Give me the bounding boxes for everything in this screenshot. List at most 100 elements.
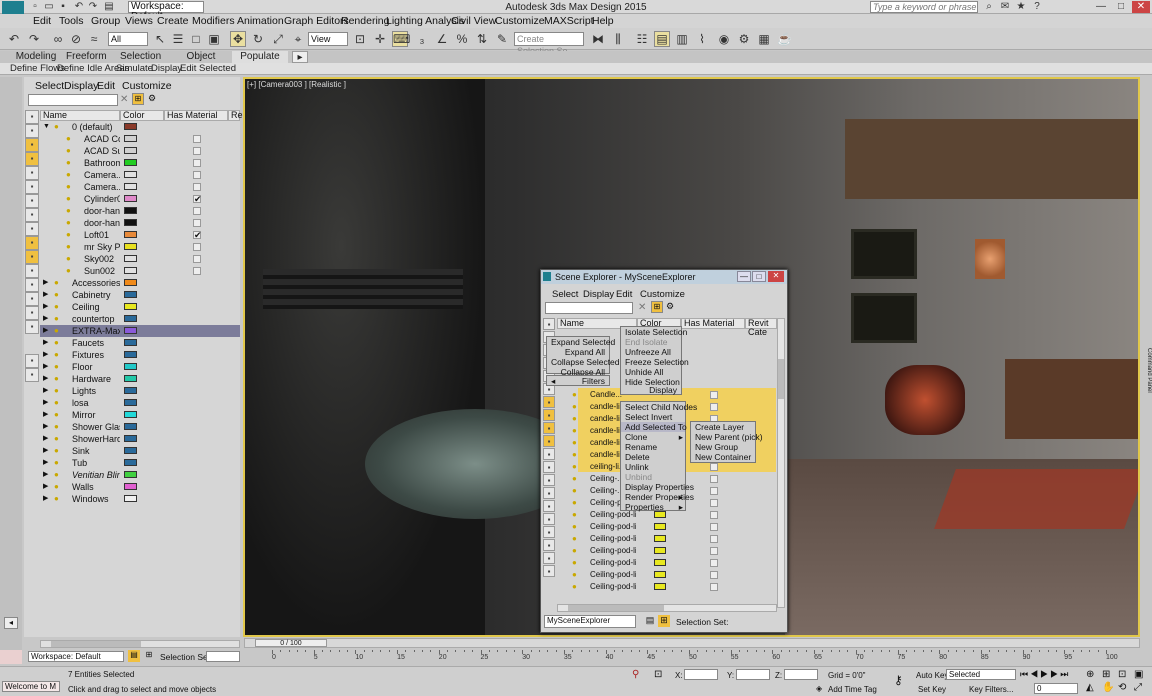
column-header-revit[interactable]: Re (228, 110, 243, 121)
has-material-checkbox[interactable] (710, 535, 718, 543)
ctx-new-parent[interactable]: New Parent (pick) (691, 432, 763, 442)
ctx-freeze-selection[interactable]: Freeze Selection (621, 357, 689, 367)
visibility-bulb-icon[interactable]: ● (54, 482, 60, 491)
visibility-bulb-icon[interactable]: ● (54, 446, 60, 455)
color-swatch[interactable] (124, 123, 137, 130)
dialog-menu-customize[interactable]: Customize (640, 289, 685, 300)
menu-create[interactable]: Create (157, 15, 189, 27)
color-swatch[interactable] (124, 207, 137, 214)
table-row[interactable]: ▶ ● Fixtures (40, 349, 240, 361)
link-icon[interactable]: ∞ (50, 31, 66, 47)
close-icon[interactable]: ✕ (1132, 1, 1150, 13)
visibility-bulb-icon[interactable]: ● (66, 182, 72, 191)
color-swatch[interactable] (124, 291, 137, 298)
row-name[interactable]: mr Sky P... (84, 241, 120, 253)
zoom-icon[interactable]: ⊕ (1086, 669, 1094, 680)
menu-animation[interactable]: Animation (237, 15, 284, 27)
transform-type-in-icon[interactable]: ⊡ (654, 669, 666, 681)
visibility-bulb-icon[interactable]: ● (54, 122, 60, 131)
pivot-center-icon[interactable]: ⊡ (352, 31, 368, 47)
color-swatch[interactable] (124, 447, 137, 454)
filter-cameras-icon[interactable]: ▪ (25, 152, 39, 166)
visibility-bulb-icon[interactable]: ● (54, 278, 60, 287)
bind-spacewarp-icon[interactable]: ≈ (86, 31, 102, 47)
color-swatch[interactable] (124, 423, 137, 430)
explorer-menu-select[interactable]: Select (35, 80, 64, 92)
visibility-bulb-icon[interactable]: ● (66, 242, 72, 251)
menu-views[interactable]: Views (125, 15, 153, 27)
explorer-menu-display[interactable]: Display (64, 80, 98, 92)
add-time-tag[interactable]: Add Time Tag (828, 685, 877, 694)
menu-modifiers[interactable]: Modifiers (192, 15, 235, 27)
has-material-checkbox[interactable] (710, 571, 718, 579)
undo-icon[interactable]: ↶ (72, 1, 86, 13)
color-swatch[interactable] (124, 279, 137, 286)
lock-icon[interactable]: ▪ (25, 368, 39, 382)
goto-start-icon[interactable]: ⏮ (1020, 669, 1030, 679)
dialog-menu-select[interactable]: Select (552, 289, 578, 300)
menu-rendering[interactable]: Rendering (341, 15, 389, 27)
ctx-create-layer[interactable]: Create Layer (691, 422, 755, 432)
dialog-filter-icon[interactable]: ▪ (543, 461, 555, 473)
row-name[interactable]: Windows (72, 493, 120, 505)
y-coordinate-field[interactable] (736, 669, 770, 680)
unlink-icon[interactable]: ⊘ (68, 31, 84, 47)
visibility-bulb-icon[interactable]: ● (572, 401, 577, 413)
visibility-bulb-icon[interactable]: ● (572, 485, 577, 497)
row-name[interactable]: Loft01 (84, 229, 120, 241)
expand-arrow-icon[interactable]: ▶ (43, 349, 48, 361)
edit-selected-panel[interactable]: Edit Selected (180, 63, 236, 75)
color-swatch[interactable] (654, 511, 666, 518)
dialog-filter-icon[interactable]: ▪ (543, 448, 555, 460)
color-swatch[interactable] (124, 315, 137, 322)
has-material-checkbox[interactable] (193, 171, 201, 179)
dialog-find-icon[interactable]: ⊞ (651, 301, 663, 313)
color-swatch[interactable] (124, 387, 137, 394)
has-material-checkbox[interactable] (710, 511, 718, 519)
table-row[interactable]: ● ACAD Sun (40, 145, 240, 157)
visibility-bulb-icon[interactable]: ● (572, 437, 577, 449)
dialog-settings-icon[interactable]: ⚙ (664, 301, 676, 313)
expand-arrow-icon[interactable]: ▶ (43, 397, 48, 409)
explorer-menu-edit[interactable]: Edit (97, 80, 115, 92)
color-swatch[interactable] (124, 147, 137, 154)
workspace-dropdown[interactable]: Workspace: Default (128, 1, 204, 22)
visibility-bulb-icon[interactable]: ● (572, 581, 577, 593)
dialog-filter-icon[interactable]: ▪ (543, 435, 555, 447)
dialog-filter-icon[interactable]: ▪ (543, 422, 555, 434)
has-material-checkbox[interactable] (710, 487, 718, 495)
spinner-snap-icon[interactable]: ⇅ (474, 31, 490, 47)
collapse-arrow-icon[interactable]: ▼ (43, 121, 50, 133)
scale-icon[interactable]: ⤢ (270, 31, 286, 47)
has-material-checkbox[interactable] (193, 243, 201, 251)
row-name[interactable]: Cabinetry (72, 289, 120, 301)
menu-tools[interactable]: Tools (59, 15, 84, 27)
visibility-bulb-icon[interactable]: ● (54, 374, 60, 383)
tab-freeform[interactable]: Freeform (66, 51, 107, 63)
ctx-unfreeze-all[interactable]: Unfreeze All (621, 347, 681, 357)
dialog-filter-icon[interactable]: ▪ (543, 396, 555, 408)
named-selection-dropdown[interactable]: Create Selection Se (514, 32, 584, 56)
save-icon[interactable]: ▪ (56, 1, 70, 13)
row-name[interactable]: Floor (72, 361, 120, 373)
visibility-bulb-icon[interactable]: ● (572, 425, 577, 437)
row-name[interactable]: door-handle (84, 217, 120, 229)
color-swatch[interactable] (124, 183, 137, 190)
tab-modeling[interactable]: Modeling (6, 51, 66, 63)
filter-containers-icon[interactable]: ▪ (25, 236, 39, 250)
percent-snap-icon[interactable]: % (454, 31, 470, 47)
row-name[interactable]: Camera... (84, 181, 120, 193)
has-material-checkbox[interactable] (193, 147, 201, 155)
menu-group[interactable]: Group (91, 15, 120, 27)
visibility-bulb-icon[interactable]: ● (66, 146, 72, 155)
table-row[interactable]: ▶ ● Walls (40, 481, 240, 493)
table-row[interactable]: ● door-handle (40, 217, 240, 229)
menu-civil-view[interactable]: Civil View (451, 15, 496, 27)
color-swatch[interactable] (124, 231, 137, 238)
color-swatch[interactable] (124, 411, 137, 418)
filter-helpers-icon[interactable]: ▪ (25, 166, 39, 180)
ctx-isolate-selection[interactable]: Isolate Selection (621, 327, 687, 337)
visibility-bulb-icon[interactable]: ● (54, 350, 60, 359)
table-row[interactable]: ▶ ● Windows (40, 493, 240, 505)
expand-arrow-icon[interactable]: ▶ (43, 445, 48, 457)
